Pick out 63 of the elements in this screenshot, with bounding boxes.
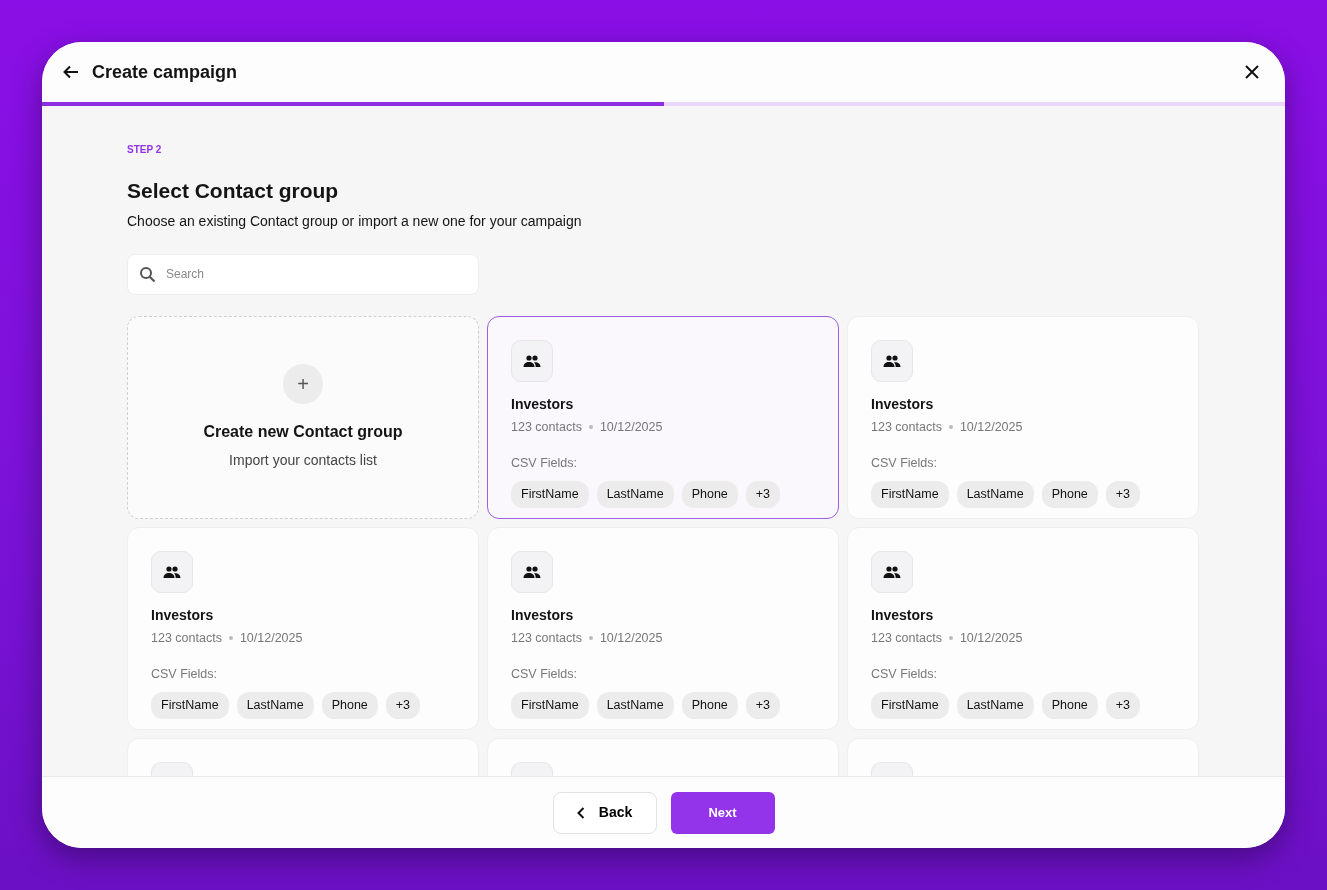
field-tag: LastName: [956, 481, 1034, 508]
step-label: STEP 2: [127, 143, 163, 157]
field-tag: FirstName: [511, 481, 589, 508]
separator-dot: [588, 424, 593, 429]
dialog-title: Create campaign: [92, 60, 238, 84]
field-tag: FirstName: [151, 692, 229, 719]
group-date: 10/12/2025: [599, 418, 663, 436]
field-tag: LastName: [596, 692, 674, 719]
contact-count: 123 contacts: [151, 629, 222, 647]
next-button[interactable]: Next: [670, 791, 775, 834]
group-date: 10/12/2025: [959, 629, 1023, 647]
search-field[interactable]: Search: [127, 253, 479, 295]
contact-count: 123 contacts: [871, 418, 942, 436]
field-tag: FirstName: [511, 692, 589, 719]
group-name: Investors: [871, 394, 935, 414]
field-tag: LastName: [596, 481, 674, 508]
step-description: Choose an existing Contact group or import a new one for your campaign: [127, 211, 583, 231]
chevron-left-icon: [576, 806, 585, 819]
group-name: Investors: [871, 605, 935, 625]
contact-group-card[interactable]: Investors 123 contacts 10/12/2025 CSV Fields: FirstName LastName Phone +3: [847, 526, 1199, 730]
fields-label: CSV Fields:: [511, 666, 578, 684]
contact-count: 123 contacts: [871, 629, 942, 647]
field-tag: Phone: [1041, 692, 1098, 719]
fields-label: CSV Fields:: [871, 455, 938, 473]
separator-dot: [948, 424, 953, 429]
field-tag: LastName: [236, 692, 314, 719]
field-tag: +3: [385, 692, 421, 719]
fields-label: CSV Fields:: [871, 666, 938, 684]
contact-group-card[interactable]: Investors 123 contacts 10/12/2025 CSV Fields: FirstName LastName Phone +3: [847, 315, 1199, 519]
contact-group-card[interactable]: Investors 123 contacts 10/12/2025 CSV Fields: FirstName LastName Phone +3: [487, 315, 839, 519]
contact-group-card[interactable]: Investors 123 contacts 10/12/2025 CSV Fields: FirstName LastName Phone +3: [487, 526, 839, 730]
separator-dot: [948, 635, 953, 640]
field-tag: FirstName: [871, 481, 949, 508]
field-tag: +3: [745, 692, 781, 719]
card-subtitle: Import your contacts list: [229, 450, 377, 470]
plus-icon: +: [283, 363, 323, 404]
fields-label: CSV Fields:: [151, 666, 218, 684]
separator-dot: [228, 635, 233, 640]
field-tag: Phone: [681, 481, 738, 508]
field-tag: LastName: [956, 692, 1034, 719]
group-date: 10/12/2025: [239, 629, 303, 647]
field-tag: +3: [1105, 481, 1141, 508]
card-title: Create new Contact group: [203, 421, 403, 442]
fields-label: CSV Fields:: [511, 455, 578, 473]
group-date: 10/12/2025: [959, 418, 1023, 436]
group-name: Investors: [511, 394, 575, 414]
step-title: Select Contact group: [127, 178, 340, 204]
field-tag: Phone: [1041, 481, 1098, 508]
field-tag: Phone: [321, 692, 378, 719]
group-date: 10/12/2025: [599, 629, 663, 647]
group-name: Investors: [511, 605, 575, 625]
field-tag: +3: [1105, 692, 1141, 719]
contact-group-card[interactable]: Investors 123 contacts 10/12/2025 CSV Fields: FirstName LastName Phone +3: [127, 526, 479, 730]
field-tag: Phone: [681, 692, 738, 719]
field-tag: +3: [745, 481, 781, 508]
back-arrow-icon[interactable]: [62, 63, 80, 81]
group-name: Investors: [151, 605, 215, 625]
field-tag: FirstName: [871, 692, 949, 719]
back-button[interactable]: Back: [552, 791, 657, 834]
separator-dot: [588, 635, 593, 640]
create-group-card[interactable]: + Create new Contact group Import your contacts list: [127, 315, 479, 519]
contact-count: 123 contacts: [511, 629, 582, 647]
contact-count: 123 contacts: [511, 418, 582, 436]
